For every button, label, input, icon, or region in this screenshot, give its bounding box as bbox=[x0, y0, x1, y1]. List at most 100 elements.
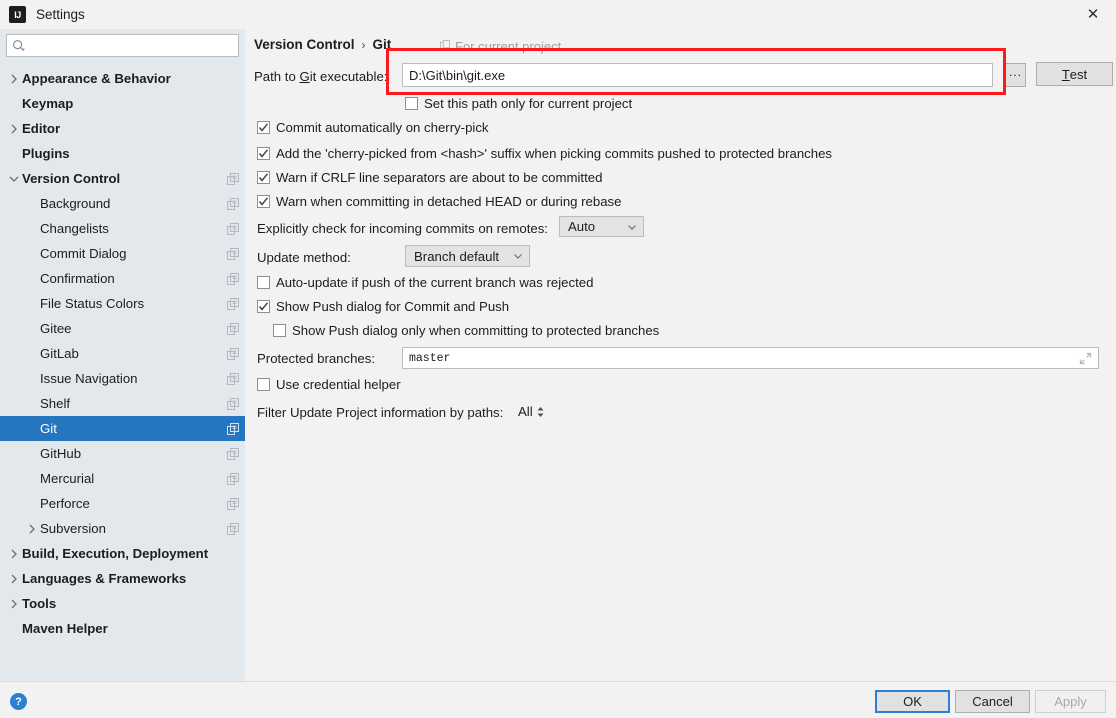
close-icon[interactable]: ✕ bbox=[1070, 0, 1116, 29]
sidebar-item-commit-dialog[interactable]: Commit Dialog bbox=[0, 241, 245, 266]
copy-settings-icon[interactable] bbox=[227, 447, 239, 460]
sidebar-item-label: Perforce bbox=[40, 496, 90, 511]
copy-settings-icon[interactable] bbox=[227, 272, 239, 285]
sidebar-item-git[interactable]: Git bbox=[0, 416, 245, 441]
sidebar-item-label: Version Control bbox=[22, 171, 121, 186]
update-method-dropdown[interactable]: Branch default bbox=[405, 245, 530, 267]
ok-button[interactable]: OK bbox=[875, 690, 950, 713]
checkbox-row[interactable]: Add the 'cherry-picked from <hash>' suff… bbox=[257, 146, 832, 161]
checkbox-checked-icon[interactable] bbox=[257, 121, 270, 134]
cancel-button[interactable]: Cancel bbox=[955, 690, 1030, 713]
chevron-right-icon[interactable] bbox=[8, 73, 20, 85]
checkbox-row[interactable]: Set this path only for current project bbox=[405, 96, 632, 111]
copy-settings-icon[interactable] bbox=[227, 472, 239, 485]
path-to-git-label: Path to Git executable: bbox=[254, 69, 388, 84]
copy-settings-icon[interactable] bbox=[227, 172, 239, 185]
checkbox-checked-icon[interactable] bbox=[257, 147, 270, 160]
search-input[interactable] bbox=[26, 36, 233, 55]
sidebar-item-keymap[interactable]: Keymap bbox=[0, 91, 245, 116]
sidebar-item-confirmation[interactable]: Confirmation bbox=[0, 266, 245, 291]
test-button[interactable]: Test bbox=[1036, 62, 1113, 86]
checkbox-row[interactable]: Commit automatically on cherry-pick bbox=[257, 120, 489, 135]
chevron-right-icon[interactable] bbox=[8, 548, 20, 560]
sidebar-item-plugins[interactable]: Plugins bbox=[0, 141, 245, 166]
for-current-project-label: For current project bbox=[440, 39, 561, 54]
checkbox-row[interactable]: Warn when committing in detached HEAD or… bbox=[257, 194, 621, 209]
sidebar-item-changelists[interactable]: Changelists bbox=[0, 216, 245, 241]
checkbox-row[interactable]: Use credential helper bbox=[257, 377, 401, 392]
filter-paths-spinner[interactable]: All bbox=[518, 404, 545, 419]
sidebar-item-build-execution-deployment[interactable]: Build, Execution, Deployment bbox=[0, 541, 245, 566]
sidebar-item-languages-frameworks[interactable]: Languages & Frameworks bbox=[0, 566, 245, 591]
breadcrumb-parent[interactable]: Version Control bbox=[254, 37, 355, 52]
chevron-right-icon[interactable] bbox=[8, 123, 20, 135]
spinner-arrows-icon[interactable] bbox=[536, 406, 545, 418]
sidebar-item-issue-navigation[interactable]: Issue Navigation bbox=[0, 366, 245, 391]
git-executable-path-field[interactable]: D:\Git\bin\git.exe bbox=[402, 63, 993, 87]
sidebar-item-github[interactable]: GitHub bbox=[0, 441, 245, 466]
sidebar-item-subversion[interactable]: Subversion bbox=[0, 516, 245, 541]
settings-tree: Appearance & Behavior Keymap Editor Plugins… bbox=[0, 66, 245, 641]
checkbox-label: Show Push dialog only when committing to… bbox=[292, 323, 660, 338]
sidebar-item-gitee[interactable]: Gitee bbox=[0, 316, 245, 341]
copy-settings-icon[interactable] bbox=[227, 197, 239, 210]
help-icon[interactable]: ? bbox=[10, 693, 27, 710]
copy-settings-icon[interactable] bbox=[227, 222, 239, 235]
checkbox-row[interactable]: Show Push dialog only when committing to… bbox=[273, 323, 659, 338]
copy-settings-icon[interactable] bbox=[227, 297, 239, 310]
chevron-right-icon[interactable] bbox=[8, 598, 20, 610]
tree-arrow-placeholder bbox=[26, 198, 38, 210]
copy-settings-icon[interactable] bbox=[227, 522, 239, 535]
checkbox-row[interactable]: Warn if CRLF line separators are about t… bbox=[257, 170, 602, 185]
checkbox-unchecked-icon[interactable] bbox=[273, 324, 286, 337]
checkbox-checked-icon[interactable] bbox=[257, 171, 270, 184]
checkbox-checked-icon[interactable] bbox=[257, 300, 270, 313]
sidebar-item-perforce[interactable]: Perforce bbox=[0, 491, 245, 516]
search-box[interactable] bbox=[6, 34, 239, 57]
sidebar-item-label: Languages & Frameworks bbox=[22, 571, 187, 586]
sidebar-item-gitlab[interactable]: GitLab bbox=[0, 341, 245, 366]
breadcrumb-current: Git bbox=[372, 37, 392, 52]
chevron-right-icon[interactable] bbox=[26, 523, 38, 535]
copy-settings-icon[interactable] bbox=[227, 322, 239, 335]
copy-settings-icon[interactable] bbox=[227, 247, 239, 260]
copy-settings-icon[interactable] bbox=[227, 497, 239, 510]
checkbox-label: Use credential helper bbox=[276, 377, 401, 392]
chevron-down-icon[interactable] bbox=[8, 173, 20, 185]
protected-branches-field[interactable]: master bbox=[402, 347, 1099, 369]
incoming-commits-dropdown[interactable]: Auto bbox=[559, 216, 644, 237]
checkbox-label: Add the 'cherry-picked from <hash>' suff… bbox=[276, 146, 833, 161]
incoming-commits-value: Auto bbox=[568, 219, 596, 234]
sidebar-item-tools[interactable]: Tools bbox=[0, 591, 245, 616]
sidebar-item-appearance-behavior[interactable]: Appearance & Behavior bbox=[0, 66, 245, 91]
checkbox-checked-icon[interactable] bbox=[257, 195, 270, 208]
sidebar-item-label: Mercurial bbox=[40, 471, 95, 486]
copy-settings-icon[interactable] bbox=[227, 372, 239, 385]
sidebar-item-shelf[interactable]: Shelf bbox=[0, 391, 245, 416]
sidebar-item-label: Changelists bbox=[40, 221, 109, 236]
copy-settings-icon[interactable] bbox=[227, 397, 239, 410]
browse-button[interactable]: ... bbox=[1005, 63, 1026, 87]
chevron-right-icon[interactable] bbox=[8, 573, 20, 585]
checkbox-row[interactable]: Show Push dialog for Commit and Push bbox=[257, 299, 509, 314]
sidebar-item-label: Git bbox=[40, 421, 57, 436]
checkbox-unchecked-icon[interactable] bbox=[257, 276, 270, 289]
expand-icon[interactable] bbox=[1079, 352, 1092, 365]
window-title: Settings bbox=[36, 7, 85, 22]
checkbox-label: Show Push dialog for Commit and Push bbox=[276, 299, 510, 314]
apply-button[interactable]: Apply bbox=[1035, 690, 1106, 713]
checkbox-unchecked-icon[interactable] bbox=[405, 97, 418, 110]
sidebar-item-background[interactable]: Background bbox=[0, 191, 245, 216]
tree-arrow-placeholder bbox=[26, 348, 38, 360]
search-icon bbox=[12, 39, 26, 53]
checkbox-row[interactable]: Auto-update if push of the current branc… bbox=[257, 275, 593, 290]
sidebar-item-mercurial[interactable]: Mercurial bbox=[0, 466, 245, 491]
incoming-commits-label: Explicitly check for incoming commits on… bbox=[257, 221, 548, 236]
copy-settings-icon[interactable] bbox=[227, 422, 239, 435]
sidebar-item-file-status-colors[interactable]: File Status Colors bbox=[0, 291, 245, 316]
sidebar-item-version-control[interactable]: Version Control bbox=[0, 166, 245, 191]
sidebar-item-editor[interactable]: Editor bbox=[0, 116, 245, 141]
copy-settings-icon[interactable] bbox=[227, 347, 239, 360]
sidebar-item-maven-helper[interactable]: Maven Helper bbox=[0, 616, 245, 641]
checkbox-unchecked-icon[interactable] bbox=[257, 378, 270, 391]
